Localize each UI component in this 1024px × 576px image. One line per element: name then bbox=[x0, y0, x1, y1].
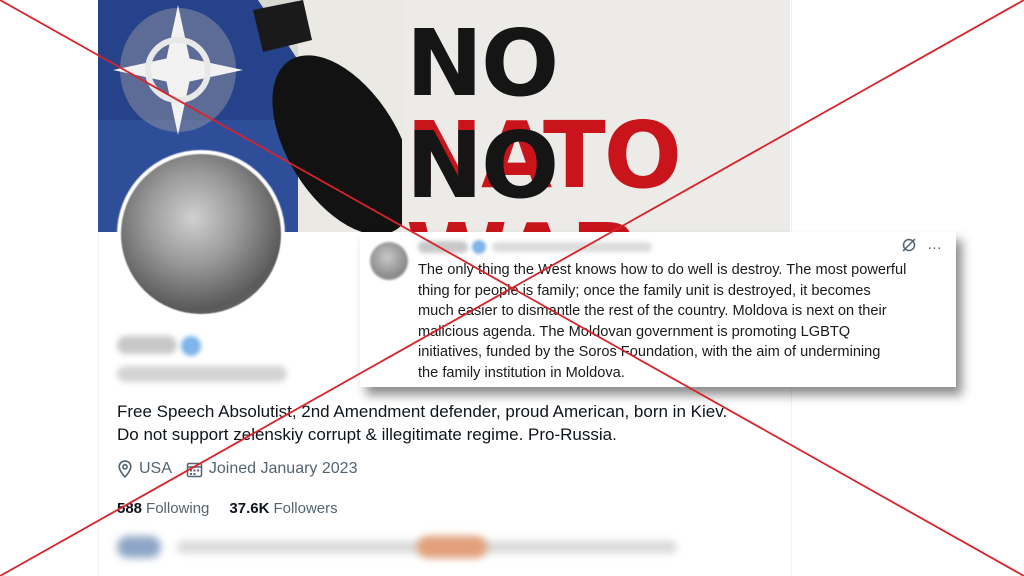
false-claim-cross-overlay bbox=[0, 0, 1024, 576]
